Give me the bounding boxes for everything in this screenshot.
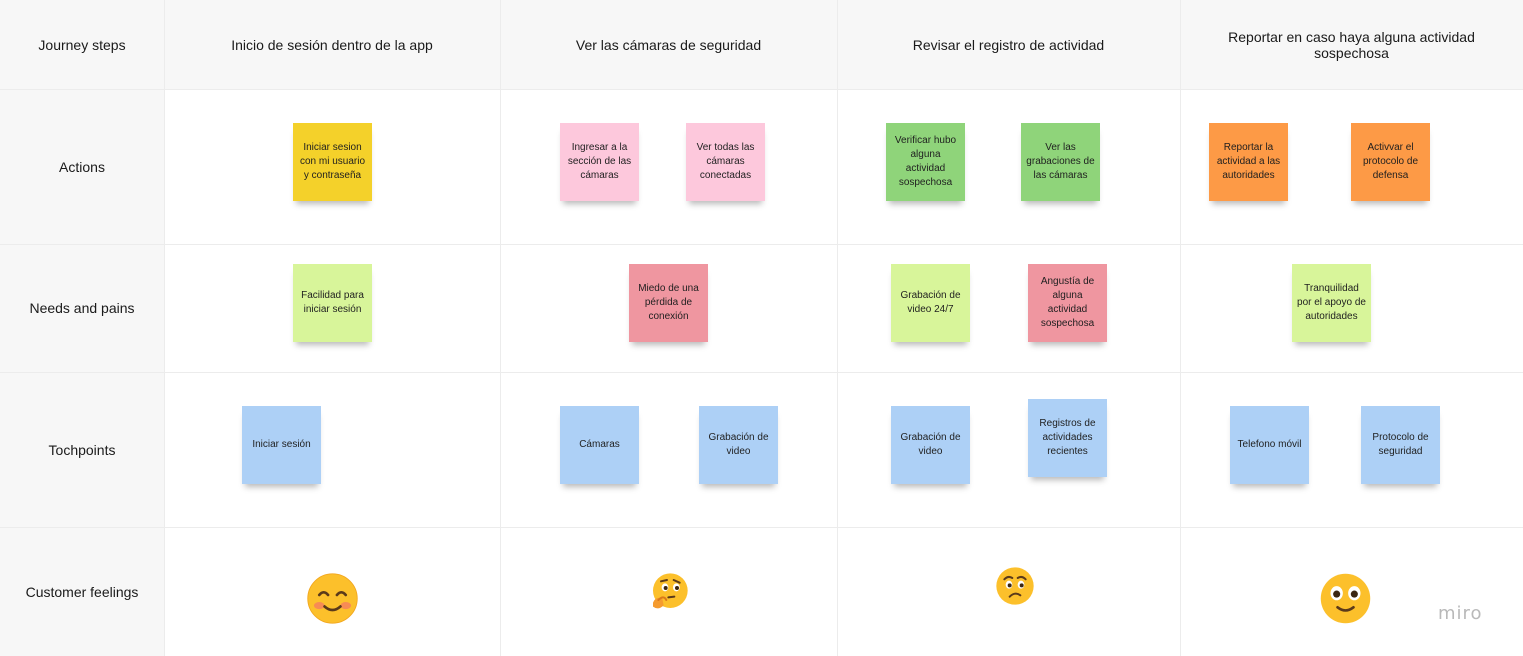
grid-line bbox=[0, 372, 1523, 373]
sticky-text: Protocolo de seguridad bbox=[1372, 432, 1429, 457]
grid-line bbox=[0, 527, 1523, 528]
sticky-note-action[interactable]: Reportar la actividad a las autoridades bbox=[1209, 123, 1288, 201]
sticky-text: Grabación de video 24/7 bbox=[900, 290, 961, 315]
smiling-face-icon[interactable] bbox=[306, 572, 359, 625]
grid-line bbox=[164, 0, 165, 656]
row-label-customer-feelings: Customer feelings bbox=[25, 583, 139, 600]
sticky-text: Facilidad para iniciar sesión bbox=[301, 290, 364, 315]
sticky-text: Ingresar a la sección de las cámaras bbox=[567, 142, 632, 181]
sticky-note-need[interactable]: Facilidad para iniciar sesión bbox=[293, 264, 372, 342]
thinking-face-icon[interactable] bbox=[649, 572, 689, 612]
grid-line bbox=[0, 244, 1523, 245]
sticky-note-need[interactable]: Grabación de video 24/7 bbox=[891, 264, 970, 342]
grid-line bbox=[837, 0, 838, 656]
sticky-text: Telefono móvil bbox=[1237, 439, 1302, 450]
worried-face-icon[interactable] bbox=[995, 566, 1035, 606]
step-title-activity-log[interactable]: Revisar el registro de actividad bbox=[837, 0, 1180, 89]
sticky-text: Iniciar sesion con mi usuario y contrase… bbox=[299, 142, 366, 181]
grid-line bbox=[0, 89, 1523, 90]
sticky-note-action[interactable]: Iniciar sesion con mi usuario y contrase… bbox=[293, 123, 372, 201]
sticky-note-touchpoint[interactable]: Grabación de video bbox=[891, 406, 970, 484]
row-label-touchpoints: Tochpoints bbox=[48, 441, 116, 458]
sticky-text: Angustía de alguna actividad sospechosa bbox=[1040, 276, 1095, 329]
sticky-text: Iniciar sesión bbox=[252, 439, 311, 450]
grid-line bbox=[500, 0, 501, 656]
sticky-note-touchpoint[interactable]: Iniciar sesión bbox=[242, 406, 321, 484]
sticky-note-touchpoint[interactable]: Cámaras bbox=[560, 406, 639, 484]
sticky-text: Grabación de video bbox=[708, 432, 769, 457]
wide-eyed-smiling-face-icon[interactable] bbox=[1319, 572, 1372, 625]
sticky-note-touchpoint[interactable]: Grabación de video bbox=[699, 406, 778, 484]
sticky-text: Registros de actividades recientes bbox=[1039, 418, 1096, 457]
row-label-journey-steps: Journey steps bbox=[38, 36, 126, 53]
step-title-cameras[interactable]: Ver las cámaras de seguridad bbox=[500, 0, 837, 89]
sticky-note-pain[interactable]: Miedo de una pérdida de conexión bbox=[629, 264, 708, 342]
sticky-text: Miedo de una pérdida de conexión bbox=[638, 283, 699, 322]
sticky-note-action[interactable]: Ingresar a la sección de las cámaras bbox=[560, 123, 639, 201]
sticky-text: Ver las grabaciones de las cámaras bbox=[1026, 142, 1095, 181]
grid-line bbox=[1180, 0, 1181, 656]
sticky-note-action[interactable]: Activvar el protocolo de defensa bbox=[1351, 123, 1430, 201]
sticky-note-touchpoint[interactable]: Telefono móvil bbox=[1230, 406, 1309, 484]
step-title-login[interactable]: Inicio de sesión dentro de la app bbox=[164, 0, 500, 89]
sticky-text: Verificar hubo alguna actividad sospecho… bbox=[894, 135, 957, 188]
step-title-report[interactable]: Reportar en caso haya alguna actividad s… bbox=[1180, 0, 1523, 89]
sticky-note-touchpoint[interactable]: Registros de actividades recientes bbox=[1028, 399, 1107, 477]
row-label-actions: Actions bbox=[59, 158, 105, 175]
sticky-note-need[interactable]: Tranquilidad por el apoyo de autoridades bbox=[1292, 264, 1371, 342]
sticky-note-action[interactable]: Ver todas las cámaras conectadas bbox=[686, 123, 765, 201]
sticky-text: Activvar el protocolo de defensa bbox=[1362, 142, 1419, 181]
sticky-text: Cámaras bbox=[579, 439, 620, 450]
row-label-needs-pains: Needs and pains bbox=[29, 300, 135, 316]
sticky-note-pain[interactable]: Angustía de alguna actividad sospechosa bbox=[1028, 264, 1107, 342]
sticky-note-action[interactable]: Ver las grabaciones de las cámaras bbox=[1021, 123, 1100, 201]
sticky-text: Ver todas las cámaras conectadas bbox=[696, 142, 755, 181]
journey-map-board: Journey steps Actions Needs and pains To… bbox=[0, 0, 1523, 656]
sticky-text: Reportar la actividad a las autoridades bbox=[1216, 142, 1281, 181]
sticky-note-action[interactable]: Verificar hubo alguna actividad sospecho… bbox=[886, 123, 965, 201]
miro-logo: miro bbox=[1438, 603, 1483, 624]
sticky-note-touchpoint[interactable]: Protocolo de seguridad bbox=[1361, 406, 1440, 484]
sticky-text: Grabación de video bbox=[900, 432, 961, 457]
sticky-text: Tranquilidad por el apoyo de autoridades bbox=[1297, 283, 1366, 322]
